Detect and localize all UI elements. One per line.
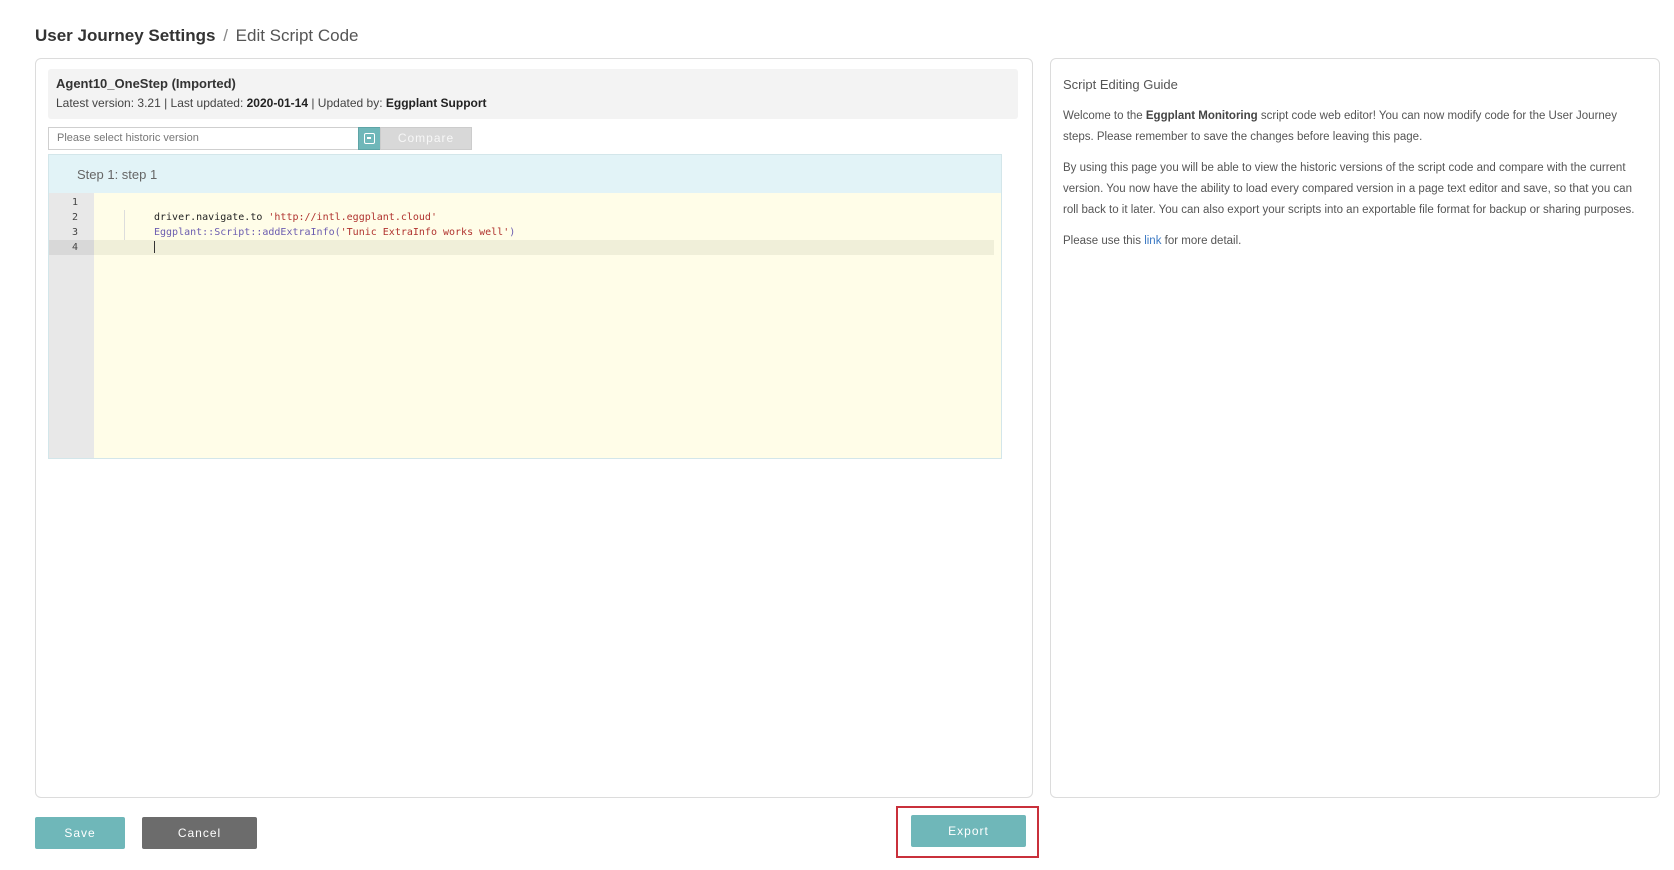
guide-panel: Script Editing Guide Welcome to the Eggp… <box>1050 58 1660 798</box>
historic-version-select[interactable]: Please select historic version <box>48 127 381 150</box>
latest-version-label: Latest version: <box>56 96 135 110</box>
indent-guide <box>124 210 125 240</box>
code-text: Eggplant::Script::addExtraInfo( <box>154 227 341 238</box>
cancel-button[interactable]: Cancel <box>142 817 257 849</box>
breadcrumb-root[interactable]: User Journey Settings <box>35 26 215 45</box>
guide-paragraph: Please use this link for more detail. <box>1063 231 1647 252</box>
compare-button[interactable]: Compare <box>380 127 472 150</box>
code-line-active <box>94 240 994 255</box>
line-number-gutter: 1 2 3 4 <box>49 193 94 458</box>
historic-version-placeholder: Please select historic version <box>57 132 199 144</box>
save-button[interactable]: Save <box>35 817 125 849</box>
guide-text: Please use this <box>1063 235 1145 247</box>
breadcrumb-separator: / <box>223 26 228 45</box>
code-content[interactable]: driver.navigate.to 'http://intl.eggplant… <box>94 193 1001 458</box>
code-string: 'Tunic ExtraInfo works well' <box>340 227 510 238</box>
guide-title: Script Editing Guide <box>1063 77 1178 92</box>
updated-by-label: | Updated by: <box>311 96 383 110</box>
script-meta: Latest version: 3.21 | Last updated: 202… <box>56 96 1010 110</box>
guide-text-bold: Eggplant Monitoring <box>1145 110 1258 122</box>
guide-link[interactable]: link <box>1144 235 1161 247</box>
code-line: driver.navigate.to 'http://intl.eggplant… <box>94 210 1001 225</box>
guide-text: Welcome to the <box>1063 110 1146 122</box>
line-number: 2 <box>71 212 78 223</box>
guide-paragraph: Welcome to the Eggplant Monitoring scrip… <box>1063 106 1647 148</box>
breadcrumb-current: Edit Script Code <box>235 26 359 45</box>
export-button[interactable]: Export <box>911 815 1026 847</box>
script-info-box: Agent10_OneStep (Imported) Latest versio… <box>48 69 1018 119</box>
code-area[interactable]: 1 2 3 4 driver.navigate.to 'http://intl.… <box>49 193 1001 458</box>
script-name: Agent10_OneStep (Imported) <box>56 76 236 91</box>
updated-by-value: Eggplant Support <box>385 96 487 110</box>
code-editor[interactable]: Step 1: step 1 1 2 3 4 driver.navigate.t… <box>48 154 1002 459</box>
code-text: driver.navigate.to <box>154 212 269 223</box>
step-header: Step 1: step 1 <box>49 155 1001 193</box>
code-text: ) <box>509 227 516 238</box>
latest-version-value: 3.21 <box>137 96 161 110</box>
last-updated-label: | Last updated: <box>164 96 244 110</box>
guide-paragraph: By using this page you will be able to v… <box>1063 162 1635 216</box>
guide-text: for more detail. <box>1161 235 1242 247</box>
line-number: 1 <box>71 197 78 208</box>
last-updated-value: 2020-01-14 <box>246 96 309 110</box>
line-number: 3 <box>71 227 78 238</box>
text-caret <box>154 241 155 253</box>
code-line: Eggplant::Script::addExtraInfo('Tunic Ex… <box>94 225 1001 240</box>
editor-panel: Agent10_OneStep (Imported) Latest versio… <box>35 58 1033 798</box>
page-title: User Journey Settings / Edit Script Code <box>35 26 359 46</box>
code-string: 'http://intl.eggplant.cloud' <box>268 212 437 223</box>
line-number: 4 <box>49 240 94 255</box>
dropdown-toggle-icon[interactable] <box>358 127 381 150</box>
